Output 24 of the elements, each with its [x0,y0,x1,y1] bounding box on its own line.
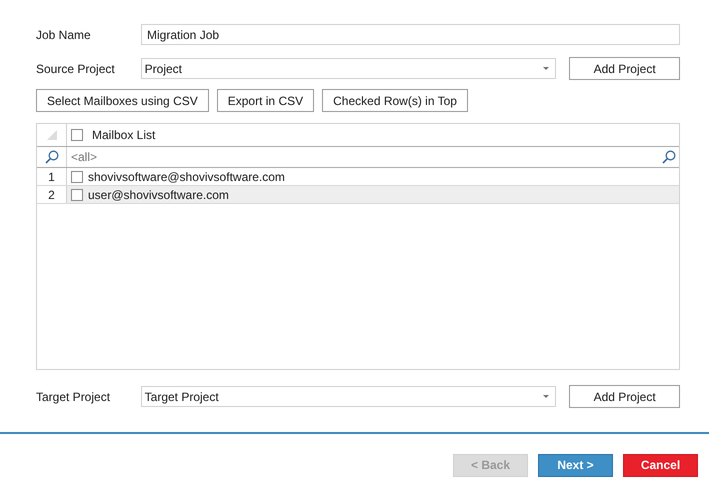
field-label: Target Project [36,390,112,404]
filter-field[interactable]: <all> [71,150,98,164]
toolbar-button[interactable]: Export in CSV [216,89,314,112]
add-project-button[interactable]: Add Project [569,57,680,80]
target-project-dropdown[interactable]: Target Project [140,386,556,407]
toolbar-button[interactable]: Select Mailboxes using CSV [36,89,209,112]
corner-icon [46,130,56,140]
search-icon[interactable] [662,150,676,164]
search-icon[interactable] [44,150,58,164]
column-header: Mailbox List [92,128,156,142]
toolbar-button[interactable]: Checked Row(s) in Top [322,89,468,112]
source-project-dropdown[interactable]: Project [140,58,556,79]
row-checkbox[interactable] [71,188,83,200]
header-checkbox[interactable] [71,129,83,141]
job-name-field[interactable]: Migration Job [141,24,680,45]
next-button[interactable]: Next > [538,454,613,476]
field-label: Job Name [36,28,92,42]
row-checkbox[interactable] [71,170,83,182]
field-label: Source Project [36,62,116,76]
add-project-button[interactable]: Add Project [569,385,680,408]
dropdown-arrow-icon[interactable] [543,394,550,398]
dropdown-arrow-icon[interactable] [543,66,550,70]
cancel-button[interactable]: Cancel [623,454,698,476]
mailbox-row[interactable]: user@shovivsoftware.com [67,186,679,203]
